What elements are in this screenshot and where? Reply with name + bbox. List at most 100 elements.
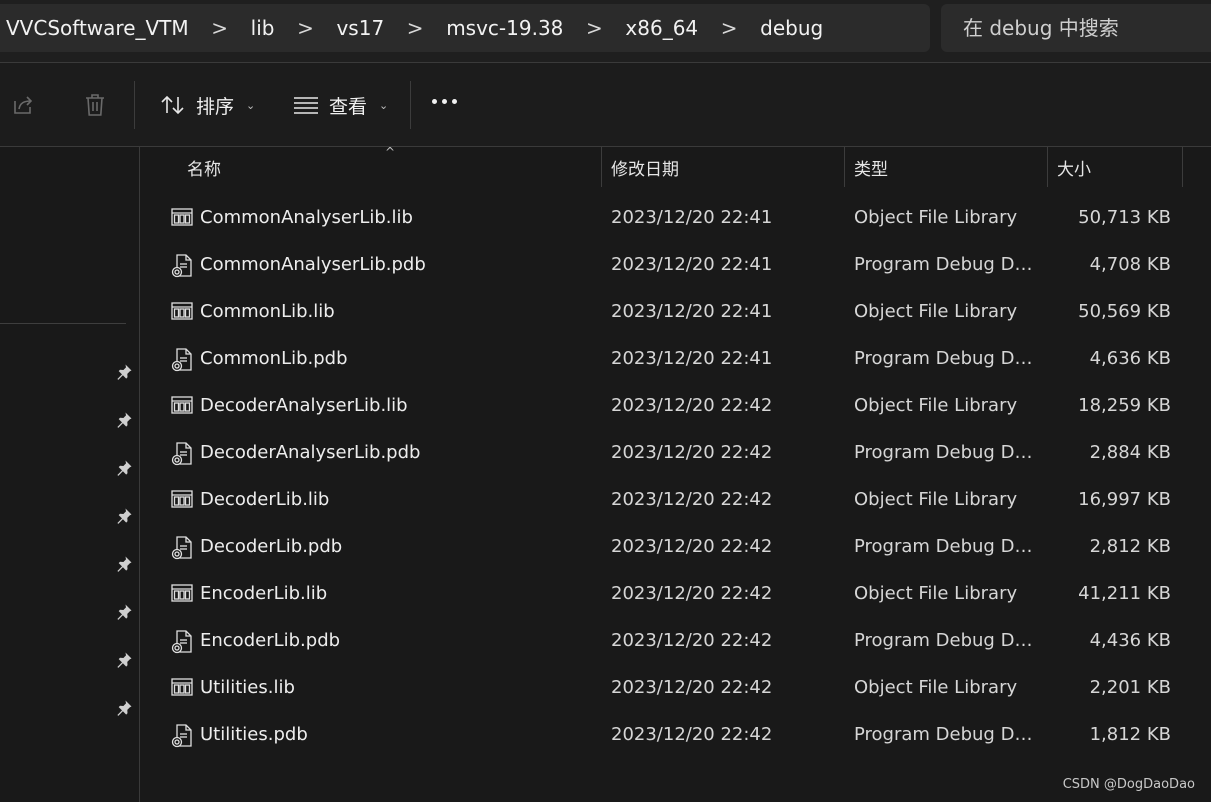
sort-icon <box>161 95 184 115</box>
file-type: Object File Library <box>854 301 1018 322</box>
file-name[interactable]: Utilities.pdb <box>200 724 308 745</box>
chevron-right-icon[interactable]: > <box>563 16 625 40</box>
breadcrumb-item-msvc[interactable]: msvc-19.38 <box>446 16 563 40</box>
table-row[interactable]: DecoderAnalyserLib.pdb 2023/12/20 22:42 Pr… <box>141 430 1211 477</box>
file-type: Object File Library <box>854 583 1018 604</box>
file-type: Program Debug Database <box>854 254 1039 275</box>
file-modified: 2023/12/20 22:42 <box>611 677 773 698</box>
file-modified: 2023/12/20 22:42 <box>611 724 773 745</box>
pin-icon[interactable] <box>115 411 133 429</box>
file-size: 2,884 KB <box>1089 442 1171 463</box>
breadcrumb[interactable]: VVCSoftware_VTM > lib > vs17 > msvc-19.3… <box>0 4 930 52</box>
column-header-modified[interactable]: 修改日期 <box>611 147 679 187</box>
file-name[interactable]: CommonLib.pdb <box>200 348 348 369</box>
breadcrumb-item-vs17[interactable]: vs17 <box>336 16 384 40</box>
file-type: Program Debug Database <box>854 442 1039 463</box>
file-modified: 2023/12/20 22:41 <box>611 254 773 275</box>
sort-ascending-icon: ^ <box>385 145 396 159</box>
breadcrumb-item-arch[interactable]: x86_64 <box>625 16 698 40</box>
table-row[interactable]: DecoderLib.pdb 2023/12/20 22:42 Program De… <box>141 524 1211 571</box>
file-name[interactable]: DecoderAnalyserLib.pdb <box>200 442 420 463</box>
file-name[interactable]: Utilities.lib <box>200 677 295 698</box>
file-name[interactable]: DecoderAnalyserLib.lib <box>200 395 408 416</box>
chevron-right-icon[interactable]: > <box>384 16 446 40</box>
library-file-icon <box>171 583 193 605</box>
file-list[interactable]: ^ 名称 修改日期 类型 大小 CommonAnalyserLib.lib 202… <box>141 145 1211 802</box>
pin-icon[interactable] <box>115 507 133 525</box>
table-row[interactable]: CommonLib.pdb 2023/12/20 22:41 Program Deb… <box>141 336 1211 383</box>
search-input[interactable] <box>963 16 1203 40</box>
file-type: Object File Library <box>854 677 1018 698</box>
table-row[interactable]: EncoderLib.pdb 2023/12/20 22:42 Program De… <box>141 618 1211 665</box>
debug-database-file-icon <box>171 348 193 372</box>
trash-icon[interactable] <box>80 90 110 120</box>
file-size: 4,636 KB <box>1089 348 1171 369</box>
navigation-pane[interactable] <box>0 147 140 802</box>
table-row[interactable]: Utilities.lib 2023/12/20 22:42 Object File… <box>141 665 1211 712</box>
file-name[interactable]: CommonAnalyserLib.lib <box>200 207 413 228</box>
table-row[interactable]: EncoderLib.lib 2023/12/20 22:42 Object Fil… <box>141 571 1211 618</box>
column-separator[interactable] <box>1182 147 1183 187</box>
file-size: 2,812 KB <box>1089 536 1171 557</box>
file-name[interactable]: DecoderLib.pdb <box>200 536 342 557</box>
chevron-down-icon: ⌄ <box>246 98 256 112</box>
chevron-right-icon[interactable]: > <box>698 16 760 40</box>
file-size: 16,997 KB <box>1078 489 1171 510</box>
table-row[interactable]: CommonAnalyserLib.pdb 2023/12/20 22:41 Pro… <box>141 242 1211 289</box>
debug-database-file-icon <box>171 724 193 748</box>
column-header-name[interactable]: 名称 <box>187 147 221 187</box>
sort-button[interactable]: 排序 ⌄ <box>160 85 255 125</box>
view-button[interactable]: 查看 ⌄ <box>293 85 388 125</box>
more-icon[interactable] <box>432 99 457 104</box>
column-header-type[interactable]: 类型 <box>854 147 888 187</box>
table-row[interactable]: DecoderAnalyserLib.lib 2023/12/20 22:42 Ob… <box>141 383 1211 430</box>
toolbar-separator <box>410 81 411 129</box>
file-modified: 2023/12/20 22:42 <box>611 442 773 463</box>
file-modified: 2023/12/20 22:41 <box>611 348 773 369</box>
library-file-icon <box>171 489 193 511</box>
file-name[interactable]: CommonLib.lib <box>200 301 335 322</box>
pin-icon[interactable] <box>115 699 133 717</box>
file-type: Object File Library <box>854 489 1018 510</box>
table-row[interactable]: CommonLib.lib 2023/12/20 22:41 Object File… <box>141 289 1211 336</box>
view-icon <box>294 97 318 114</box>
file-modified: 2023/12/20 22:41 <box>611 207 773 228</box>
breadcrumb-item-lib[interactable]: lib <box>251 16 275 40</box>
library-file-icon <box>171 207 193 229</box>
pin-icon[interactable] <box>115 603 133 621</box>
table-row[interactable]: DecoderLib.lib 2023/12/20 22:42 Object Fil… <box>141 477 1211 524</box>
file-name[interactable]: DecoderLib.lib <box>200 489 329 510</box>
file-size: 41,211 KB <box>1078 583 1171 604</box>
toolbar-separator <box>134 81 135 129</box>
column-separator[interactable] <box>1047 147 1048 187</box>
column-separator[interactable] <box>601 147 602 187</box>
breadcrumb-item-debug[interactable]: debug <box>760 16 823 40</box>
breadcrumb-item-root[interactable]: VVCSoftware_VTM <box>6 16 189 40</box>
chevron-right-icon[interactable]: > <box>189 16 251 40</box>
chevron-right-icon[interactable]: > <box>274 16 336 40</box>
pin-icon[interactable] <box>115 459 133 477</box>
address-bar: VVCSoftware_VTM > lib > vs17 > msvc-19.3… <box>0 0 1211 62</box>
file-size: 50,713 KB <box>1078 207 1171 228</box>
table-row[interactable]: CommonAnalyserLib.lib 2023/12/20 22:41 Obj… <box>141 195 1211 242</box>
library-file-icon <box>171 301 193 323</box>
pin-icon[interactable] <box>115 363 133 381</box>
file-type: Program Debug Database <box>854 724 1039 745</box>
file-name[interactable]: EncoderLib.pdb <box>200 630 340 651</box>
file-type: Program Debug Database <box>854 536 1039 557</box>
column-separator[interactable] <box>844 147 845 187</box>
chevron-down-icon: ⌄ <box>379 98 389 112</box>
share-icon[interactable] <box>8 90 38 120</box>
file-size: 50,569 KB <box>1078 301 1171 322</box>
pin-icon[interactable] <box>115 555 133 573</box>
column-header-size[interactable]: 大小 <box>1057 147 1091 187</box>
search-box[interactable] <box>941 4 1211 52</box>
debug-database-file-icon <box>171 630 193 654</box>
file-name[interactable]: EncoderLib.lib <box>200 583 327 604</box>
pin-icon[interactable] <box>115 651 133 669</box>
debug-database-file-icon <box>171 442 193 466</box>
file-size: 4,436 KB <box>1089 630 1171 651</box>
file-size: 1,812 KB <box>1089 724 1171 745</box>
file-name[interactable]: CommonAnalyserLib.pdb <box>200 254 426 275</box>
table-row[interactable]: Utilities.pdb 2023/12/20 22:42 Program Deb… <box>141 712 1211 759</box>
